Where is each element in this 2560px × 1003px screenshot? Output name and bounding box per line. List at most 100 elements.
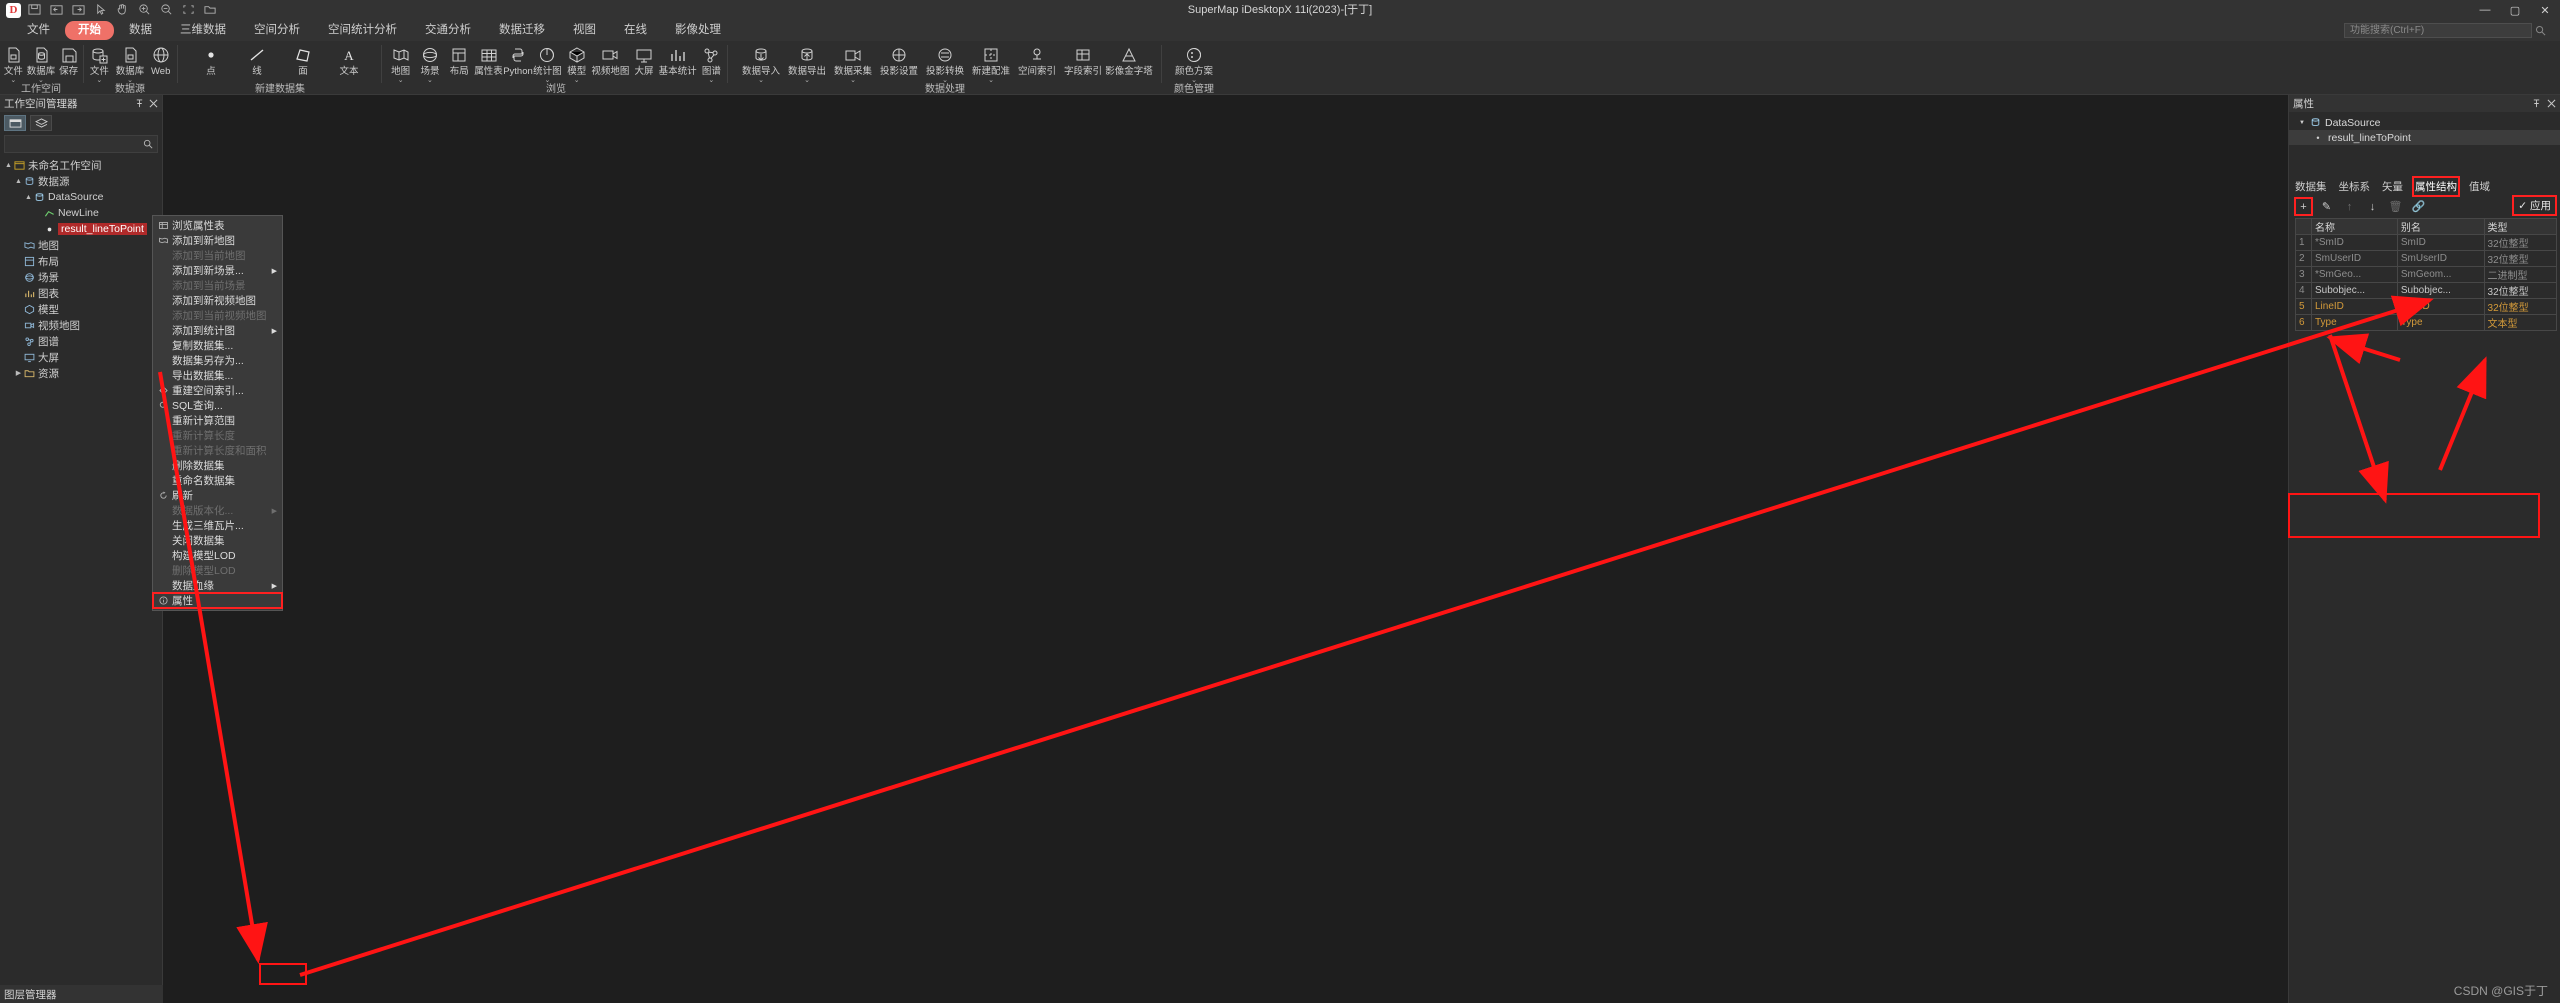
ribbon-button-text-2-3[interactable]: A 文本 xyxy=(326,41,372,77)
cell-alias[interactable]: SmID xyxy=(2396,234,2485,251)
tree-node-10[interactable]: 视频地图 xyxy=(0,317,162,333)
tree-node-5[interactable]: 地图 xyxy=(0,237,162,253)
chevron-right-icon[interactable]: ▶ xyxy=(272,267,277,275)
delete-field-button[interactable]: 🗑 xyxy=(2389,200,2403,213)
context-menu-item-24[interactable]: 数据血缘 ▶ xyxy=(153,578,282,593)
move-down-button[interactable]: ↓ xyxy=(2366,200,2379,213)
context-menu-item-11[interactable]: 重建空间索引... xyxy=(153,383,282,398)
ribbon-button-globe-1-2[interactable]: Web xyxy=(145,41,176,77)
layer-tab[interactable] xyxy=(30,115,52,131)
chevron-right-icon[interactable]: ▶ xyxy=(14,369,23,377)
close-icon[interactable] xyxy=(149,99,158,108)
zoom-in-icon[interactable] xyxy=(137,3,153,17)
select-arrow-icon[interactable] xyxy=(93,3,109,17)
cell-index[interactable]: 1 xyxy=(2295,234,2312,251)
open-folder-icon[interactable] xyxy=(203,3,219,17)
tree-node-8[interactable]: 图表 xyxy=(0,285,162,301)
cell-type[interactable]: 32位整型 xyxy=(2483,282,2558,299)
ribbon-tab-0[interactable]: 文件 xyxy=(14,21,63,40)
ribbon-button-file-copy-1-1[interactable]: 数据库 ⌄ xyxy=(115,41,146,84)
table-row[interactable]: 1 *SmID SmID 32位整型 xyxy=(2295,234,2558,251)
cell-type[interactable]: 32位整型 xyxy=(2483,250,2558,267)
chevron-down-icon[interactable]: ⌄ xyxy=(708,77,714,84)
chevron-down-icon[interactable]: ▲ xyxy=(14,178,23,185)
column-header-1[interactable]: 名称 xyxy=(2311,218,2398,235)
ribbon-button-chart-3-5[interactable]: 统计图 ⌄ xyxy=(533,41,562,84)
zoom-out-icon[interactable] xyxy=(159,3,175,17)
tree-node-4[interactable]: result_lineToPoint xyxy=(0,221,162,237)
pan-hand-icon[interactable] xyxy=(115,3,131,17)
add-field-button[interactable]: + xyxy=(2294,197,2313,216)
context-menu-item-1[interactable]: 添加到新地图 xyxy=(153,233,282,248)
chevron-down-icon[interactable]: ▲ xyxy=(4,162,13,169)
ribbon-button-graph-3-10[interactable]: 图谱 ⌄ xyxy=(697,41,726,84)
close-button[interactable]: ✕ xyxy=(2530,0,2560,20)
context-menu-item-22[interactable]: 构建模型LOD xyxy=(153,548,282,563)
tree-node-1[interactable]: ▲ 数据源 xyxy=(0,173,162,189)
cell-index[interactable]: 6 xyxy=(2295,314,2312,331)
table-row[interactable]: 6 Type Type 文本型 xyxy=(2295,314,2558,331)
chevron-down-icon[interactable]: ⌄ xyxy=(38,77,44,84)
ribbon-button-point-2-0[interactable]: 点 xyxy=(188,41,234,77)
tree-node-13[interactable]: ▶ 资源 xyxy=(0,365,162,381)
ribbon-tab-1[interactable]: 开始 xyxy=(65,21,114,40)
minimize-button[interactable]: — xyxy=(2470,0,2500,20)
chevron-right-icon[interactable]: ▶ xyxy=(272,582,277,590)
properties-tab-0[interactable]: 数据集 xyxy=(2295,179,2327,194)
cell-alias[interactable]: SmGeom... xyxy=(2396,266,2485,283)
context-menu-item-16[interactable]: 删除数据集 xyxy=(153,458,282,473)
context-menu-item-18[interactable]: 刷新 xyxy=(153,488,282,503)
chevron-down-icon[interactable]: ⌄ xyxy=(544,77,550,84)
ribbon-tab-4[interactable]: 空间分析 xyxy=(241,21,313,40)
ribbon-button-python-3-4[interactable]: Python xyxy=(503,41,533,77)
tree-node-12[interactable]: 大屏 xyxy=(0,349,162,365)
ribbon-tab-7[interactable]: 数据迁移 xyxy=(486,21,558,40)
cell-name[interactable]: Type xyxy=(2311,314,2398,331)
context-menu-item-13[interactable]: 重新计算范围 xyxy=(153,413,282,428)
search-input[interactable]: 功能搜索(Ctrl+F) xyxy=(2344,23,2532,38)
properties-tree-node-0[interactable]: ▼ DataSource xyxy=(2289,115,2560,130)
cell-type[interactable]: 文本型 xyxy=(2483,314,2558,331)
context-menu-item-10[interactable]: 导出数据集... xyxy=(153,368,282,383)
ribbon-button-spatial-index-4-6[interactable]: 空间索引 xyxy=(1014,41,1060,77)
chevron-down-icon[interactable]: ⌄ xyxy=(942,77,948,84)
context-menu-item-7[interactable]: 添加到统计图 ▶ xyxy=(153,323,282,338)
ribbon-button-registration-4-5[interactable]: 新建配准 ⌄ xyxy=(968,41,1014,84)
ribbon-tab-3[interactable]: 三维数据 xyxy=(167,21,239,40)
chevron-right-icon[interactable]: ▶ xyxy=(272,327,277,335)
undo-icon[interactable] xyxy=(49,3,65,17)
ribbon-tab-2[interactable]: 数据 xyxy=(116,21,165,40)
tree-node-3[interactable]: NewLine xyxy=(0,205,162,221)
edit-field-button[interactable]: ✎ xyxy=(2320,200,2333,213)
table-row[interactable]: 3 *SmGeo... SmGeom... 二进制型 xyxy=(2295,266,2558,283)
ribbon-button-video-map-3-7[interactable]: 视频地图 xyxy=(591,41,629,77)
workspace-tab[interactable] xyxy=(4,115,26,131)
chevron-down-icon[interactable]: ▼ xyxy=(2295,120,2309,126)
tree-node-2[interactable]: ▲ DataSource xyxy=(0,189,162,205)
context-menu-item-0[interactable]: 浏览属性表 xyxy=(153,218,282,233)
cell-alias[interactable]: SmUserID xyxy=(2396,250,2485,267)
ribbon-button-scene-3-1[interactable]: 场景 ⌄ xyxy=(415,41,444,84)
ribbon-button-file-copy-0-0[interactable]: 文件 ⌄ xyxy=(0,41,27,84)
properties-tab-2[interactable]: 矢量 xyxy=(2382,179,2403,194)
ribbon-button-data-export-4-1[interactable]: 数据导出 ⌄ xyxy=(784,41,830,84)
search-icon[interactable] xyxy=(2535,25,2546,36)
ribbon-tab-10[interactable]: 影像处理 xyxy=(662,21,734,40)
ribbon-button-stat-3-9[interactable]: 基本统计 xyxy=(659,41,697,77)
context-menu-item-3[interactable]: 添加到新场景... ▶ xyxy=(153,263,282,278)
close-icon[interactable] xyxy=(2547,99,2556,108)
cell-alias[interactable]: Type xyxy=(2396,314,2485,331)
properties-tree-node-1[interactable]: • result_lineToPoint xyxy=(2289,130,2560,145)
chevron-down-icon[interactable]: ▲ xyxy=(24,194,33,201)
table-row[interactable]: 4 Subobjec... Subobjec... 32位整型 xyxy=(2295,282,2558,299)
properties-tab-4[interactable]: 值域 xyxy=(2469,179,2490,194)
ribbon-tab-5[interactable]: 空间统计分析 xyxy=(315,21,410,40)
ribbon-button-model-3-6[interactable]: 模型 ⌄ xyxy=(562,41,591,84)
cell-type[interactable]: 32位整型 xyxy=(2483,234,2558,251)
ribbon-button-floppy-save-0-2[interactable]: 保存 xyxy=(55,41,82,77)
column-header-0[interactable] xyxy=(2295,218,2312,235)
chevron-down-icon[interactable]: ⌄ xyxy=(427,77,433,84)
ribbon-button-field-index-4-7[interactable]: 字段索引 xyxy=(1060,41,1106,77)
ribbon-button-projection-convert-4-4[interactable]: 投影转换 ⌄ xyxy=(922,41,968,84)
cell-index[interactable]: 3 xyxy=(2295,266,2312,283)
